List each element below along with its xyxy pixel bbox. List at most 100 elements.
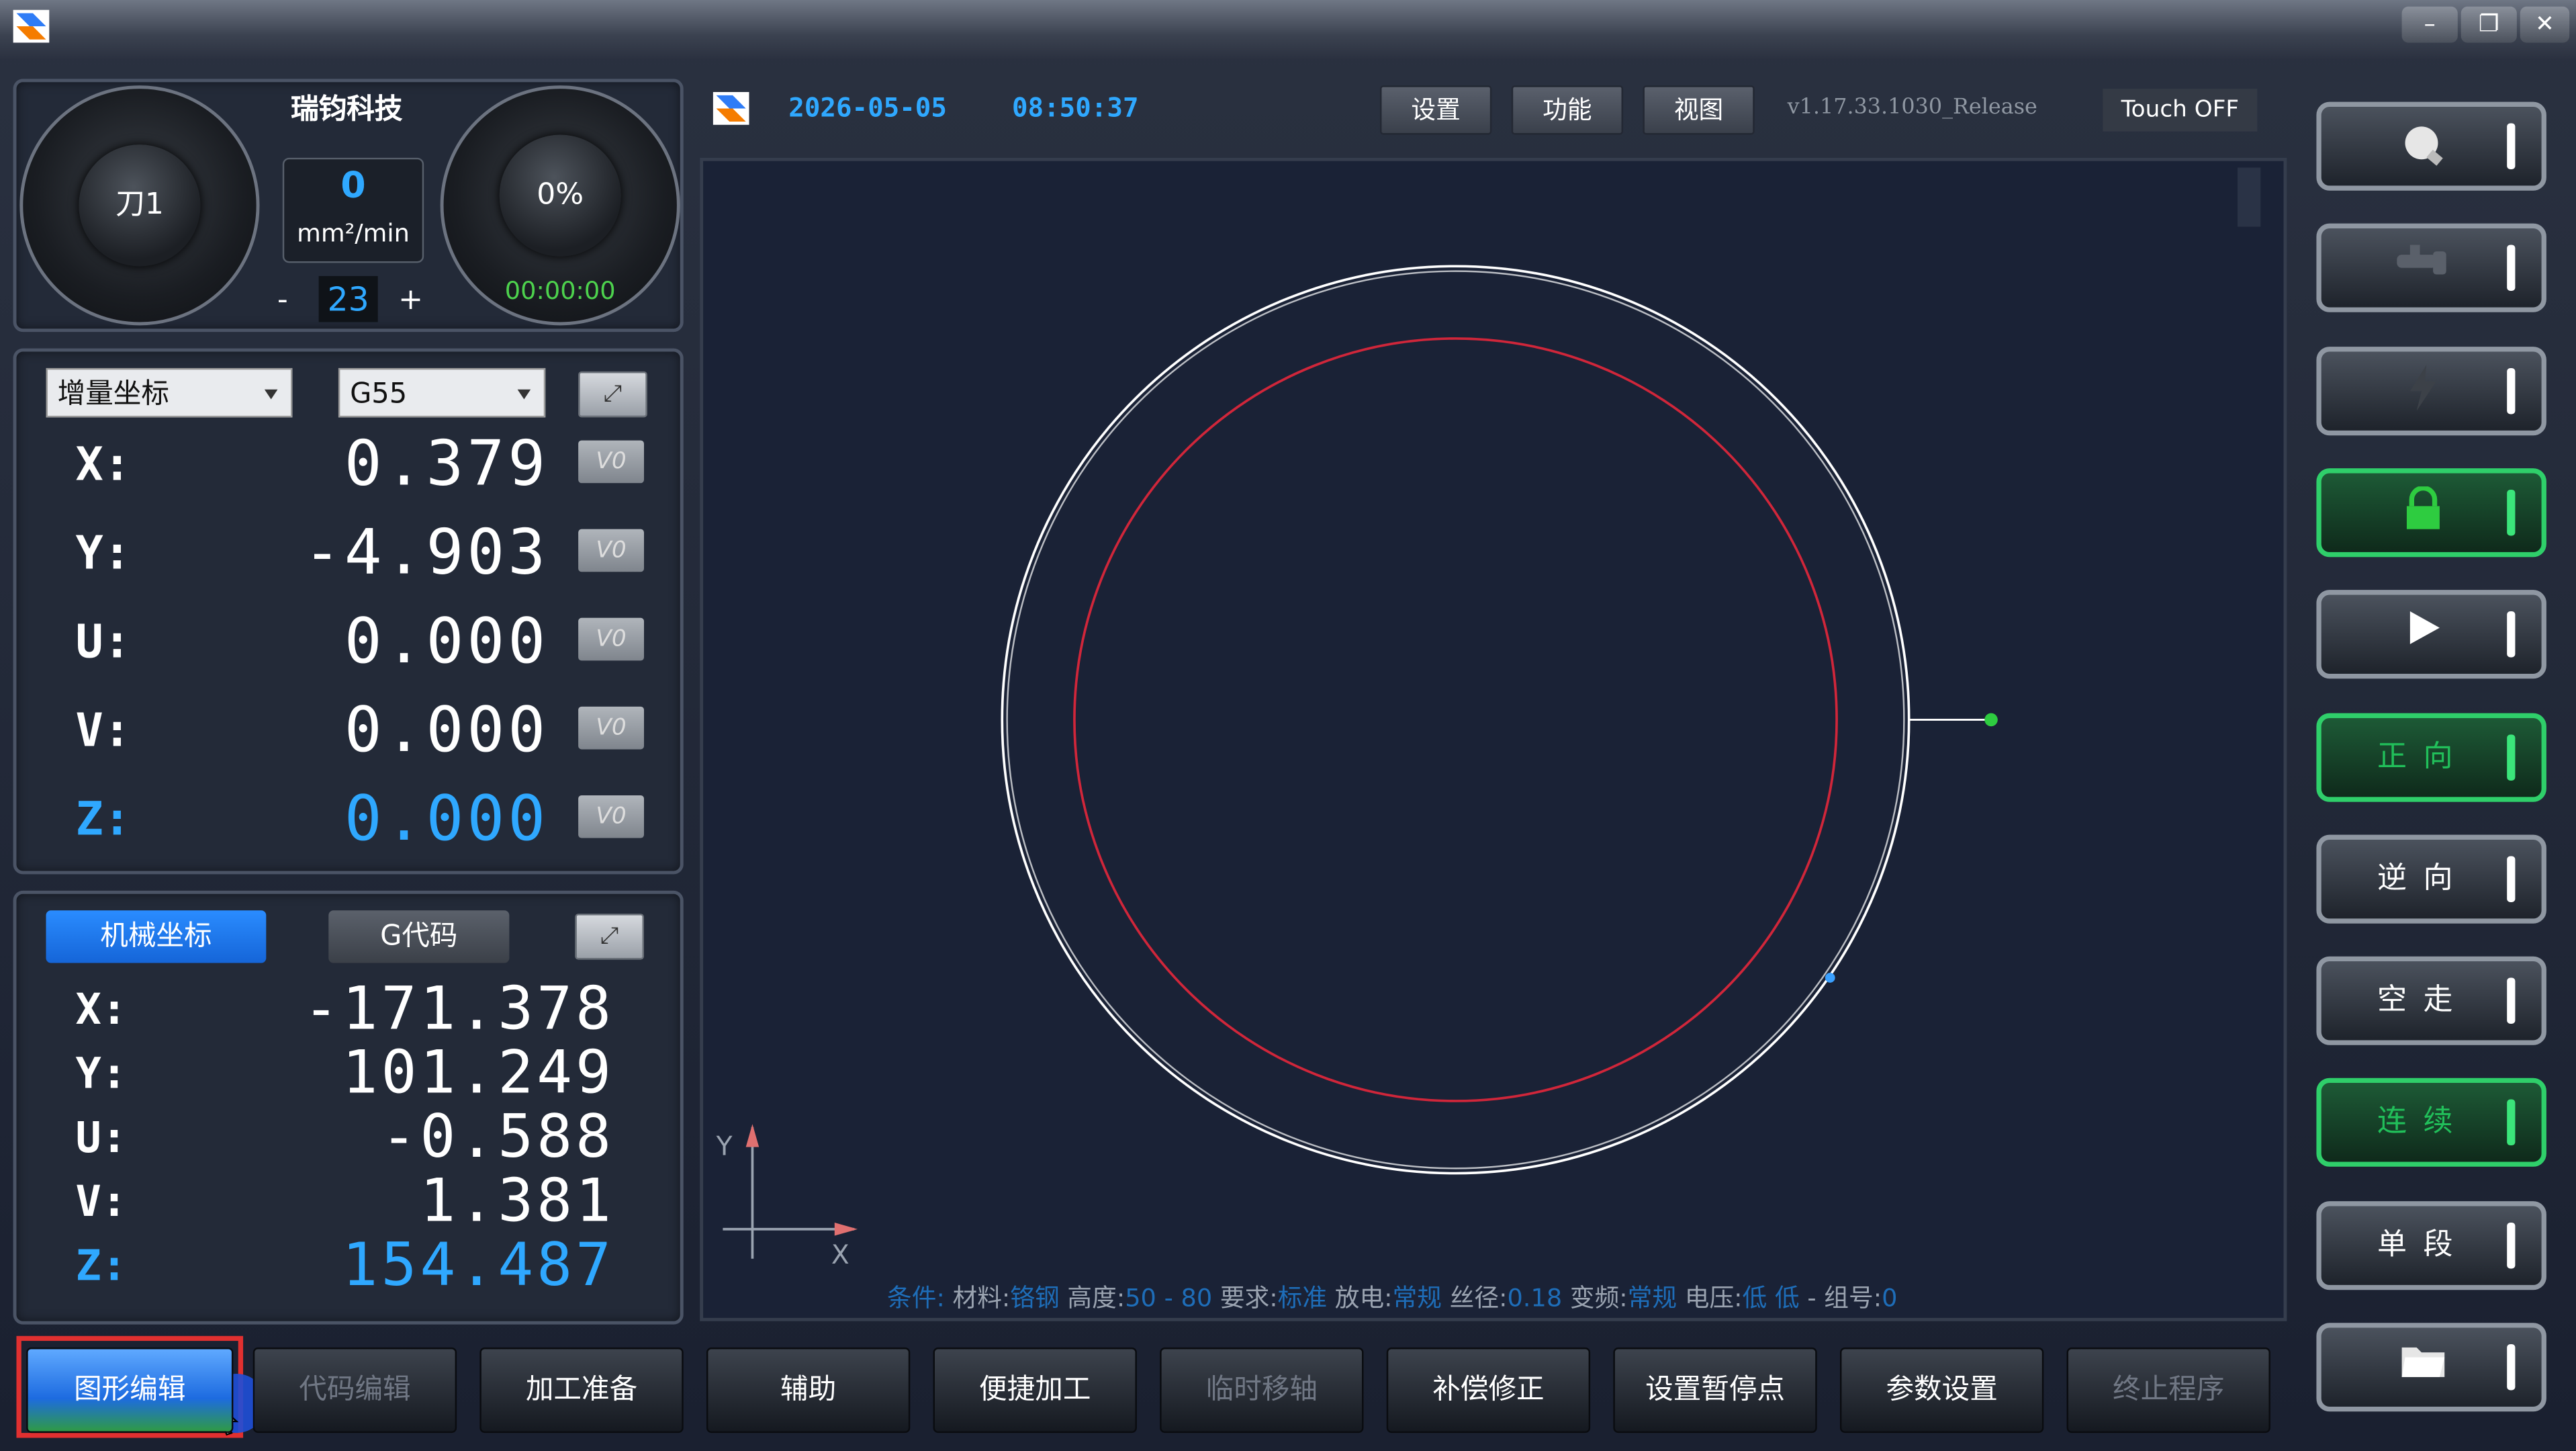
step-minus-button[interactable]: - (266, 283, 299, 317)
bottom-button-7[interactable]: 设置暂停点 (1613, 1347, 1817, 1434)
expand-icon[interactable]: ⤢ (575, 914, 644, 960)
lightning-icon (2338, 364, 2508, 416)
machine-axis-label: X: (75, 985, 128, 1036)
lock-button[interactable] (2316, 468, 2546, 557)
forward-button[interactable]: 正向 (2316, 712, 2546, 801)
freq-label: 变频: (1569, 1283, 1628, 1313)
machine-axis-label: V: (75, 1178, 128, 1228)
tool-knob[interactable]: 刀1 (79, 144, 201, 267)
material-value: 铬钢 (1010, 1283, 1060, 1313)
step-plus-button[interactable]: + (394, 283, 427, 317)
bottom-button-2[interactable]: 加工准备 (479, 1347, 684, 1434)
time-display: 08:50:37 (1011, 91, 1139, 124)
coords-panel: 增量坐标 G55 ⤢ X: 0.379 V0 Y: -4.903 V0 U: 0.000 V0 V… (13, 348, 684, 875)
machine-value: -171.378 (303, 976, 614, 1044)
coord-mode-value: 增量坐标 (57, 378, 169, 411)
reverse-label: 逆向 (2377, 861, 2469, 895)
power-button[interactable] (2316, 346, 2546, 435)
bottom-button-8[interactable]: 参数设置 (1839, 1347, 2044, 1434)
separator: - (1807, 1283, 1816, 1313)
start-point (1984, 713, 1998, 727)
bottom-button-9[interactable]: 终止程序 (2066, 1347, 2270, 1434)
single-button[interactable]: 单段 (2316, 1200, 2546, 1290)
freq-value: 常规 (1627, 1283, 1677, 1313)
zero-button[interactable]: V0 (578, 706, 644, 750)
zero-button[interactable]: V0 (578, 529, 644, 572)
req-label: 要求: (1220, 1283, 1278, 1313)
speed-dial: 0% 00:00:00 (440, 85, 680, 326)
graphics-canvas[interactable]: Y X (700, 157, 2287, 1321)
rate-unit: mm²/min (297, 218, 410, 249)
faucet-icon (2338, 242, 2508, 294)
y-axis-label: Y (716, 1130, 733, 1162)
menu-settings[interactable]: 设置 (1379, 85, 1492, 135)
app-logo-icon (13, 9, 50, 43)
coord-value: -4.903 (303, 516, 549, 588)
bottom-button-6[interactable]: 补偿修正 (1386, 1347, 1591, 1434)
coord-axis-label: X: (75, 437, 132, 492)
step-value[interactable]: 23 (318, 275, 378, 322)
y-arrow (745, 1124, 760, 1147)
toggle-bar (2507, 977, 2516, 1024)
app-logo-icon (712, 91, 749, 125)
toggle-bar (2507, 1222, 2516, 1268)
machine-value: 1.381 (420, 1168, 614, 1236)
machine-panel: 机械坐标 G代码 ⤢ X: -171.378 Y: 101.249 U: -0.588 V:… (13, 890, 684, 1325)
toggle-bar (2507, 734, 2516, 780)
cond-label: 条件: (887, 1283, 945, 1313)
close-button[interactable]: ✕ (2520, 6, 2570, 43)
tab-gcode[interactable]: G代码 (328, 910, 510, 963)
minimize-button[interactable]: – (2401, 6, 2458, 43)
outer-path-2 (1006, 270, 1905, 1170)
x-arrow (834, 1222, 858, 1236)
bottom-button-4[interactable]: 便捷加工 (933, 1347, 1137, 1434)
x-axis-label: X (831, 1239, 849, 1270)
height-label: 高度: (1067, 1283, 1125, 1313)
run-button[interactable] (2316, 590, 2546, 679)
toggle-bar (2507, 1100, 2516, 1146)
coord-axis-label: Z: (75, 792, 132, 846)
pump-button[interactable] (2316, 224, 2546, 313)
machine-axis-label: Z: (75, 1242, 128, 1292)
tab-machine-coords[interactable]: 机械坐标 (46, 910, 267, 963)
bottom-button-1[interactable]: 代码编辑 (252, 1347, 457, 1434)
toggle-bar (2507, 611, 2516, 658)
expand-icon[interactable]: ⤢ (578, 371, 647, 418)
wcs-select[interactable]: G55 (338, 367, 546, 418)
zero-button[interactable]: V0 (578, 440, 644, 484)
forward-label: 正向 (2377, 738, 2469, 773)
wire-label: 丝径: (1449, 1283, 1508, 1313)
bulb-icon (2338, 120, 2508, 173)
title-bar: – ❐ ✕ (0, 0, 2576, 60)
touch-toggle[interactable]: Touch OFF (2103, 89, 2258, 132)
light-button[interactable] (2316, 101, 2546, 191)
speed-knob[interactable]: 0% (499, 134, 621, 257)
rate-display: 0 mm²/min (282, 157, 424, 263)
bottom-button-0[interactable]: 图形编辑 (26, 1347, 234, 1434)
continuous-button[interactable]: 连续 (2316, 1078, 2546, 1168)
menu-view[interactable]: 视图 (1643, 85, 1755, 135)
open-button[interactable] (2316, 1323, 2546, 1412)
machine-value: 154.487 (342, 1232, 614, 1300)
gauge-panel: 刀1 瑞钧科技 0 mm²/min - 23 + 0% 00:00:00 (13, 79, 684, 333)
chevron-down-icon (264, 389, 278, 400)
discharge-value: 常规 (1392, 1283, 1442, 1313)
material-label: 材料: (952, 1283, 1011, 1313)
coord-value: 0.379 (344, 427, 549, 500)
volt-value: 低 低 (1742, 1283, 1800, 1313)
bottom-button-5[interactable]: 临时移轴 (1160, 1347, 1364, 1434)
machine-value: 101.249 (342, 1040, 614, 1108)
dry-run-button[interactable]: 空走 (2316, 956, 2546, 1046)
reverse-button[interactable]: 逆向 (2316, 834, 2546, 924)
coord-value: 0.000 (344, 782, 549, 855)
discharge-label: 放电: (1334, 1283, 1393, 1313)
restore-button[interactable]: ❐ (2460, 6, 2517, 43)
coord-mode-select[interactable]: 增量坐标 (46, 367, 293, 418)
zero-button[interactable]: V0 (578, 617, 644, 661)
zero-button[interactable]: V0 (578, 795, 644, 838)
height-value: 50 - 80 (1125, 1283, 1213, 1313)
coord-value: 0.000 (344, 605, 549, 677)
timer: 00:00:00 (504, 275, 616, 306)
bottom-button-3[interactable]: 辅助 (706, 1347, 911, 1434)
menu-function[interactable]: 功能 (1511, 85, 1624, 135)
